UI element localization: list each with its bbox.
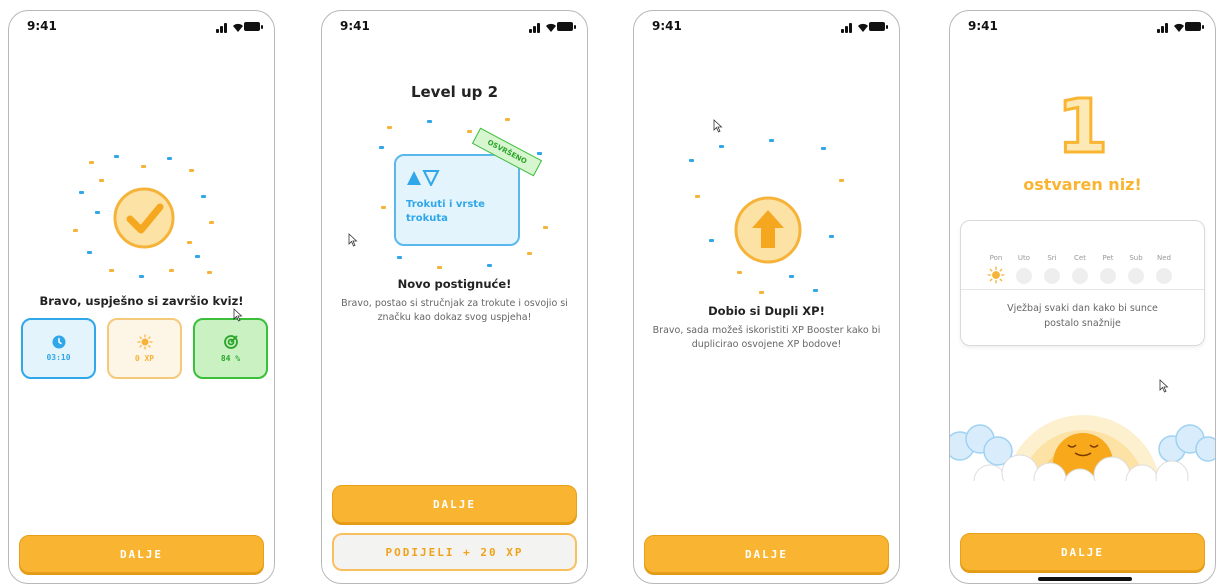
status-time: 9:41 xyxy=(968,19,998,33)
day-dot xyxy=(1156,268,1172,284)
day-label: Sub xyxy=(1129,254,1143,262)
system-icons xyxy=(1157,21,1204,33)
reward-title: Dobio si Dupli XP! xyxy=(708,304,825,318)
status-bar: 9:41 xyxy=(340,19,576,39)
level-heading: Level up 2 xyxy=(410,83,499,101)
badge-label: Trokuti i vrste trokuta xyxy=(406,199,485,224)
system-icons xyxy=(841,21,888,33)
xp-stat-card: 0 XP xyxy=(107,318,182,379)
wifi-icon xyxy=(233,23,243,32)
mouse-cursor-icon xyxy=(713,119,723,133)
phone-screen-quiz-complete: 9:41 Bravo, uspješno si završio kviz! 03… xyxy=(8,10,275,584)
wifi-icon xyxy=(858,23,868,32)
day-fri: Pet xyxy=(1095,254,1121,284)
streak-message: Vježbaj svaki dan kako bi sunce postalo … xyxy=(1007,303,1158,329)
time-stat-card: 03:10 xyxy=(21,318,96,379)
signal-icon xyxy=(841,21,855,33)
wifi-icon xyxy=(546,23,556,32)
status-time: 9:41 xyxy=(27,19,57,33)
day-mon: Pon xyxy=(983,254,1009,284)
achievement-title: Novo postignuće! xyxy=(397,277,512,291)
home-indicator xyxy=(1038,577,1132,581)
day-dot xyxy=(1072,268,1088,284)
checkmark-badge-icon xyxy=(113,187,175,249)
status-time: 9:41 xyxy=(340,19,370,33)
day-label: Pon xyxy=(989,254,1003,262)
system-icons xyxy=(216,21,263,33)
signal-icon xyxy=(529,21,543,33)
phone-screen-double-xp: 9:41 Dobio si Dupli XP! Bravo, sada može… xyxy=(633,10,900,584)
continue-button[interactable]: DALJE xyxy=(19,535,264,573)
mouse-cursor-icon xyxy=(348,233,358,247)
day-wed: Sri xyxy=(1039,254,1065,284)
signal-icon xyxy=(1157,21,1171,33)
clock-icon xyxy=(52,335,65,349)
day-dot xyxy=(1016,268,1032,284)
sun-icon xyxy=(987,266,1005,284)
accuracy-stat-card: 84 % xyxy=(193,318,268,379)
mouse-cursor-icon xyxy=(1159,379,1169,393)
time-value: 03:10 xyxy=(46,353,71,362)
day-label: Cet xyxy=(1074,254,1086,262)
page-title: Bravo, uspješno si završio kviz! xyxy=(39,294,244,308)
day-tue: Uto xyxy=(1011,254,1037,284)
card-divider xyxy=(961,289,1204,290)
battery-icon xyxy=(557,22,576,31)
phone-screen-streak: 9:41 1 ostvaren niz! Vježbaj svaki dan k… xyxy=(949,10,1216,584)
reward-description: Bravo, sada možeš iskoristiti XP Booster… xyxy=(652,325,881,350)
streak-label: ostvaren niz! xyxy=(1023,175,1142,194)
sun-rising-illustration xyxy=(950,415,1215,493)
status-bar: 9:41 xyxy=(968,19,1204,39)
day-dot xyxy=(1044,268,1060,284)
battery-icon xyxy=(1185,22,1204,31)
triangles-icon xyxy=(407,170,440,186)
day-label: Uto xyxy=(1017,254,1031,262)
share-button[interactable]: PODIJELI + 20 XP xyxy=(332,533,577,571)
wifi-icon xyxy=(1174,23,1184,32)
day-thu: Cet xyxy=(1067,254,1093,284)
mouse-cursor-icon xyxy=(233,308,243,322)
battery-icon xyxy=(869,22,888,31)
signal-icon xyxy=(216,21,230,33)
day-dot xyxy=(1100,268,1116,284)
status-bar: 9:41 xyxy=(27,19,263,39)
status-bar: 9:41 xyxy=(652,19,888,39)
day-label: Sri xyxy=(1047,254,1057,262)
day-sat: Sub xyxy=(1123,254,1149,284)
xp-value: 0 XP xyxy=(134,354,155,363)
continue-button[interactable]: DALJE xyxy=(960,533,1205,571)
system-icons xyxy=(529,21,576,33)
xp-booster-icon xyxy=(734,196,802,264)
day-label: Ned xyxy=(1157,254,1171,262)
accuracy-value: 84 % xyxy=(220,354,241,363)
continue-button[interactable]: DALJE xyxy=(644,535,889,573)
achievement-description: Bravo, postao si stručnjak za trokute i … xyxy=(341,298,568,323)
target-icon xyxy=(223,335,238,349)
streak-number: 1 xyxy=(1055,84,1110,170)
achievement-badge-card: Trokuti i vrste trokuta xyxy=(394,154,520,246)
sun-icon xyxy=(136,334,153,350)
phone-screen-level-up: 9:41 Level up 2 Trokuti i vrste trokuta … xyxy=(321,10,588,584)
battery-icon xyxy=(244,22,263,31)
status-time: 9:41 xyxy=(652,19,682,33)
day-sun: Ned xyxy=(1151,254,1177,284)
day-label: Pet xyxy=(1102,254,1114,262)
continue-button[interactable]: DALJE xyxy=(332,485,577,523)
day-dot xyxy=(1128,268,1144,284)
